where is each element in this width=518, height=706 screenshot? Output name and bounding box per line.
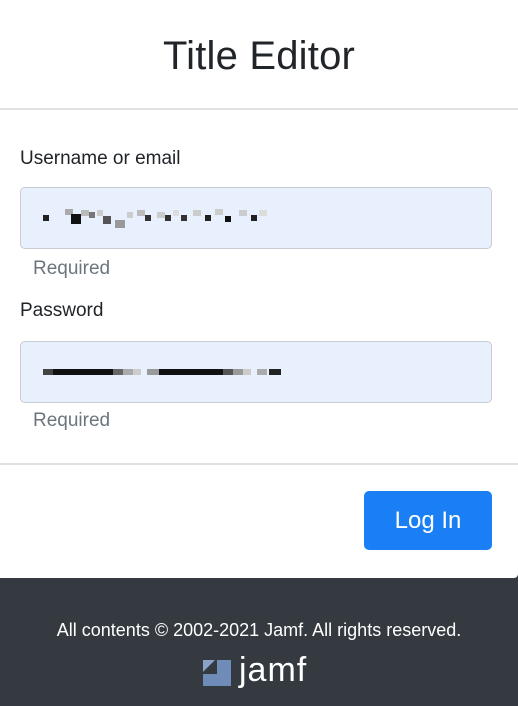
username-label: Username or email [20,148,181,169]
username-required-hint: Required [33,258,111,279]
jamf-logo: jamf [201,653,307,688]
password-required-hint: Required [33,410,111,431]
jamf-logo-icon [203,660,231,686]
copyright-text: All contents © 2002-2021 Jamf. All right… [56,620,462,640]
log-in-button[interactable]: Log In [364,491,492,550]
form-divider [0,463,518,465]
obscured-username-value [43,209,267,228]
card-header: Title Editor [0,0,518,110]
jamf-logo-text: jamf [239,651,308,689]
login-card: Title Editor Username or email Required … [0,0,518,578]
password-field[interactable] [20,341,492,403]
obscured-password-value [43,369,281,375]
page-title: Title Editor [162,33,356,78]
password-label: Password [20,300,104,321]
footer: All contents © 2002-2021 Jamf. All right… [0,578,518,706]
username-field[interactable] [20,187,492,249]
